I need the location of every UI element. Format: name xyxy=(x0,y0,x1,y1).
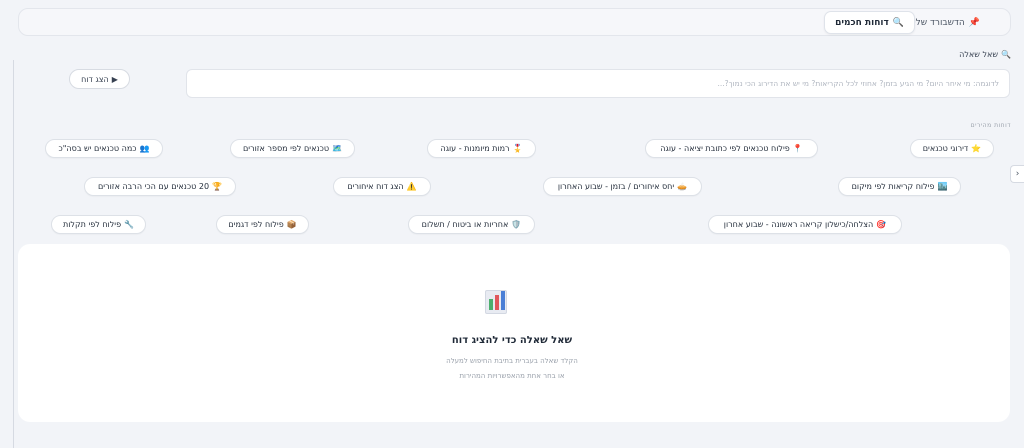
ask-question-label: 🔍 שאל שאלה xyxy=(959,50,1011,59)
chip-technician-count[interactable]: 👥 כמה טכנאים יש בסה"כ xyxy=(45,139,163,158)
left-divider xyxy=(13,60,14,448)
empty-state-hint-line1: הקלד שאלה בעברית בתיבת החיפוש למעלה xyxy=(446,357,578,365)
play-icon: ▶ xyxy=(111,74,118,84)
report-empty-panel xyxy=(18,244,1010,422)
chip-label: פילוח לפי דגמים xyxy=(228,220,284,229)
question-input[interactable] xyxy=(186,69,1010,98)
chip-by-models[interactable]: 📦 פילוח לפי דגמים xyxy=(216,215,309,234)
chip-label: אחריות או ביטוח / תשלום xyxy=(421,220,509,229)
chip-warranty-insurance[interactable]: 🛡️ אחריות או ביטוח / תשלום xyxy=(408,215,535,234)
show-report-button[interactable]: ▶ הצג דוח xyxy=(69,69,130,89)
city-icon: 🏙️ xyxy=(937,182,948,191)
chip-technician-ratings[interactable]: ⭐ דירוגי טכנאים xyxy=(910,139,994,158)
bar-chart-icon-bar-green xyxy=(489,299,493,310)
chip-label: פילוח לפי תקלות xyxy=(62,220,122,229)
chip-technicians-by-address[interactable]: 📍 פילוח טכנאים לפי כתובת יציאה - עוגה xyxy=(645,139,818,158)
empty-state-hint-line2: או בחר אחת מהאפשרויות המהירות xyxy=(459,372,565,380)
chip-by-faults[interactable]: 🔧 פילוח לפי תקלות xyxy=(51,215,146,234)
chip-label: 20 טכנאים עם הכי הרבה אזורים xyxy=(98,182,210,191)
search-icon: 🔍 xyxy=(1001,50,1011,59)
chip-label: כמה טכנאים יש בסה"כ xyxy=(58,144,137,153)
search-icon: 🔍 xyxy=(892,17,904,28)
chip-label: יחס איחורים / בזמן - שבוע האחרון xyxy=(557,182,675,191)
chip-label: פילוח קריאות לפי מיקום xyxy=(851,182,935,191)
chip-label: דירוגי טכנאים xyxy=(922,144,969,153)
tab-smart-reports-label: דוחות חכמים xyxy=(835,17,889,28)
chip-late-report[interactable]: ⚠️ הצג דוח איחורים xyxy=(333,177,431,196)
sidebar-toggle-button[interactable]: ‹ xyxy=(1010,165,1024,183)
tab-smart-reports[interactable]: 🔍 דוחות חכמים xyxy=(824,11,915,34)
chip-label: רמות מיומנות - עוגה xyxy=(440,144,510,153)
target-icon: 🎯 xyxy=(876,220,887,229)
map-pin-icon: 📍 xyxy=(792,144,803,153)
pin-icon: 📌 xyxy=(968,17,980,28)
chip-label: הצג דוח איחורים xyxy=(347,182,404,191)
chip-label: טכנאים לפי מספר אזורים xyxy=(242,144,330,153)
star-icon: ⭐ xyxy=(971,144,982,153)
chip-late-vs-ontime[interactable]: 🥧 יחס איחורים / בזמן - שבוע האחרון xyxy=(543,177,702,196)
chip-first-call-success[interactable]: 🎯 הצלחה/כישלון קריאה ראשונה - שבוע אחרון xyxy=(708,215,902,234)
chip-label: הצלחה/כישלון קריאה ראשונה - שבוע אחרון xyxy=(723,220,874,229)
pie-icon: 🥧 xyxy=(677,182,688,191)
tab-bar: 📌 הדשבורד שלי 🔍 דוחות חכמים xyxy=(18,8,1011,36)
bar-chart-icon-bar-blue xyxy=(501,291,505,310)
ask-question-text: שאל שאלה xyxy=(959,50,999,59)
empty-state-title: שאל שאלה כדי להציג דוח xyxy=(451,335,573,346)
bar-chart-icon xyxy=(485,290,507,314)
trophy-icon: 🏆 xyxy=(212,182,223,191)
chip-label: פילוח טכנאים לפי כתובת יציאה - עוגה xyxy=(660,144,790,153)
chip-calls-by-location[interactable]: 🏙️ פילוח קריאות לפי מיקום xyxy=(838,177,961,196)
warning-icon: ⚠️ xyxy=(406,182,417,191)
chip-top-technicians-regions[interactable]: 🏆 20 טכנאים עם הכי הרבה אזורים xyxy=(84,177,236,196)
users-icon: 👥 xyxy=(139,144,150,153)
wrench-icon: 🔧 xyxy=(124,220,135,229)
tab-my-dashboard-label: הדשבורד שלי xyxy=(913,17,965,28)
chip-technicians-by-region-count[interactable]: 🗺️ טכנאים לפי מספר אזורים xyxy=(230,139,355,158)
tab-my-dashboard[interactable]: 📌 הדשבורד שלי xyxy=(904,11,990,34)
bar-chart-icon-bar-red xyxy=(495,295,499,310)
medal-icon: 🎖️ xyxy=(512,144,523,153)
package-icon: 📦 xyxy=(286,220,297,229)
show-report-label: הצג דוח xyxy=(81,74,109,84)
chip-skill-levels[interactable]: 🎖️ רמות מיומנות - עוגה xyxy=(427,139,536,158)
quick-reports-label: דוחות מהירים xyxy=(970,122,1011,129)
chevron-left-icon: ‹ xyxy=(1015,169,1020,179)
map-icon: 🗺️ xyxy=(332,144,343,153)
shield-icon: 🛡️ xyxy=(511,220,522,229)
